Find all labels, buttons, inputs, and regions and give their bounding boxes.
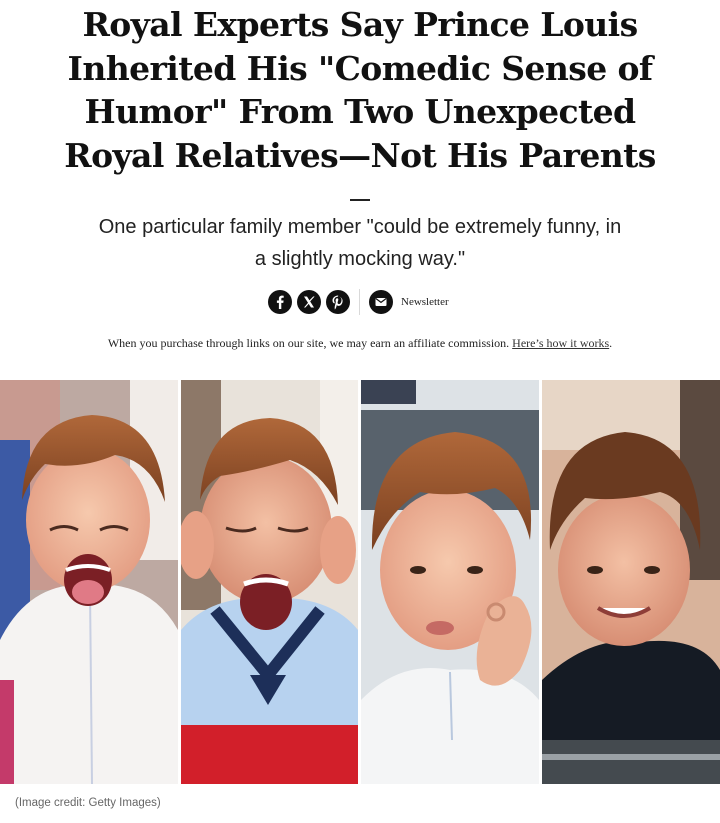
envelope-icon (375, 298, 387, 306)
hero-image (0, 380, 720, 784)
panel-gap (358, 380, 361, 784)
headline-divider (350, 199, 370, 201)
newsletter-label: Newsletter (401, 296, 449, 308)
photo-panel-2 (181, 380, 358, 784)
photo-panel-1 (0, 380, 178, 784)
article-headline: Royal Experts Say Prince Louis Inherited… (60, 3, 660, 177)
hero-collage (0, 380, 720, 784)
share-divider (359, 289, 360, 315)
facebook-share-button[interactable] (268, 290, 292, 314)
headline-line: Inherited His "Comedic Sense of (67, 48, 654, 88)
headline-line: Royal Relatives—Not His Parents (64, 135, 656, 175)
affiliate-disclosure: When you purchase through links on our s… (0, 335, 720, 351)
newsletter-button[interactable]: Newsletter (369, 290, 449, 314)
photo-panel-3 (361, 380, 539, 784)
image-credit: (Image credit: Getty Images) (15, 797, 161, 809)
headline-line: Humor" From Two Unexpected (84, 92, 637, 131)
affiliate-link[interactable]: Here’s how it works (512, 336, 609, 350)
affiliate-suffix: . (609, 336, 613, 350)
article-dek: One particular family member "could be e… (70, 211, 650, 275)
dek-line: a slightly mocking way." (254, 248, 466, 270)
x-share-button[interactable] (297, 290, 321, 314)
pinterest-icon (332, 295, 343, 310)
facebook-icon (276, 295, 284, 309)
x-icon (304, 296, 315, 308)
affiliate-text: When you purchase through links on our s… (107, 336, 510, 350)
headline-line: Royal Experts Say Prince Louis (82, 5, 638, 44)
photo-panel-4 (542, 380, 720, 784)
dek-line: One particular family member "could be e… (98, 216, 622, 238)
envelope-icon-badge (369, 290, 393, 314)
panel-gap (539, 380, 542, 784)
share-bar: Newsletter (268, 289, 449, 315)
panel-gap (178, 380, 181, 784)
pinterest-share-button[interactable] (326, 290, 350, 314)
